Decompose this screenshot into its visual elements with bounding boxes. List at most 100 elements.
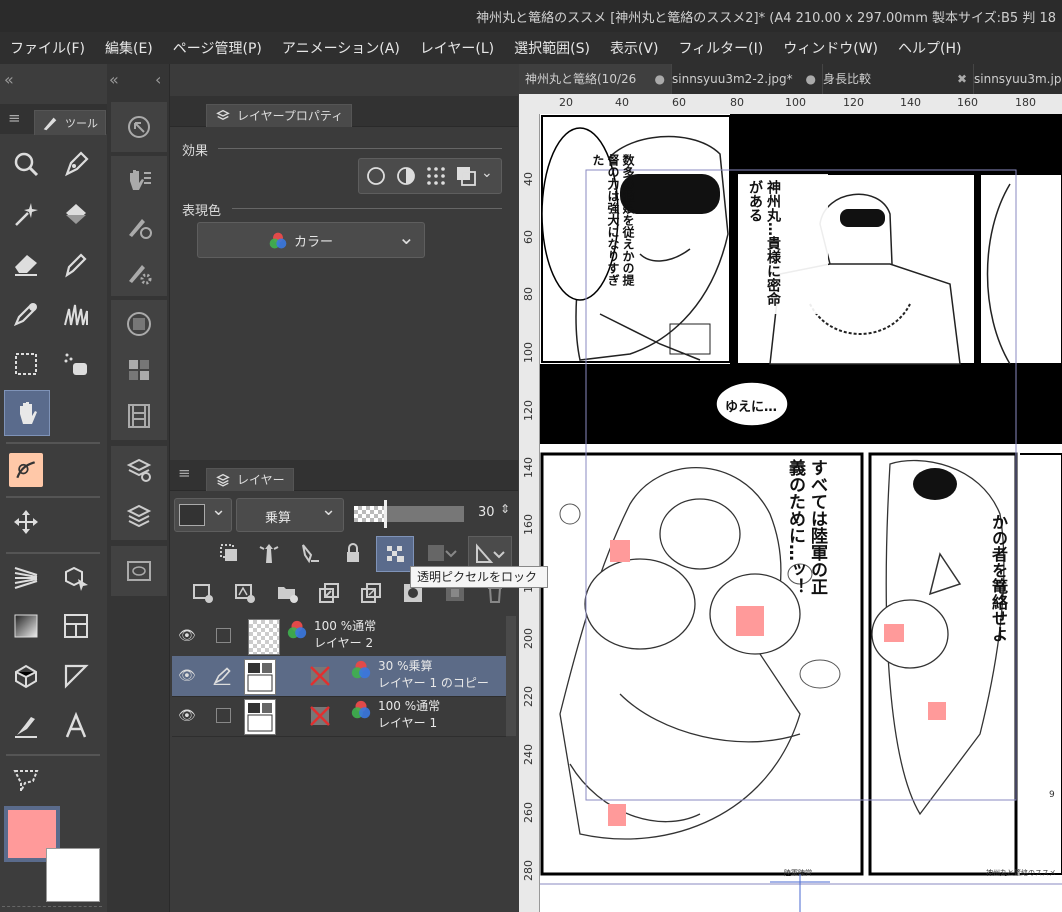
subtool-hand-button[interactable]: [117, 158, 161, 202]
balloon-tool-button[interactable]: [4, 758, 48, 802]
transfer-to-layer-below-button[interactable]: [314, 578, 344, 608]
close-icon[interactable]: ✖: [957, 64, 967, 94]
doc-tab[interactable]: 身長比較 ✖: [817, 64, 974, 94]
lock-layer-button[interactable]: [338, 538, 368, 568]
eraser-tool-button[interactable]: [4, 242, 48, 286]
opacity-spinner-icon[interactable]: ⇕: [500, 502, 510, 516]
decoration-tool-button[interactable]: [54, 292, 98, 336]
layer-scrollbar[interactable]: [506, 616, 516, 736]
mask-disabled-icon[interactable]: [308, 704, 332, 728]
layer-row-selected[interactable]: 👁 30 %乗算 レイヤー 1 のコピー: [172, 656, 506, 697]
opacity-slider[interactable]: [354, 500, 464, 528]
collapse-left-button[interactable]: «: [4, 70, 14, 89]
menu-selection[interactable]: 選択範囲(S): [504, 38, 600, 58]
menu-page[interactable]: ページ管理(P): [163, 38, 272, 58]
collapse-mid-button[interactable]: «: [109, 70, 119, 89]
reference-layer-button[interactable]: [254, 538, 284, 568]
color-set-button[interactable]: [117, 348, 161, 392]
figure-tool-button[interactable]: [4, 654, 48, 698]
gradient-lines-tool-button[interactable]: [4, 556, 48, 600]
lock-transparent-pixels-button[interactable]: [376, 536, 414, 572]
menu-edit[interactable]: 編集(E): [95, 38, 163, 58]
fill-tool-button[interactable]: [54, 192, 98, 236]
border-effect-button[interactable]: [361, 161, 391, 191]
mask-enable-button[interactable]: [422, 538, 462, 568]
panel-menu-icon[interactable]: ≡: [8, 109, 21, 127]
layer-tab[interactable]: レイヤー: [206, 468, 294, 491]
expression-color-select[interactable]: カラー ⌄: [197, 222, 425, 258]
title-bar: 神州丸と篭絡のススメ [神州丸と篭絡のススメ2]* (A4 210.00 x 2…: [0, 0, 1062, 32]
menu-animation[interactable]: アニメーション(A): [272, 38, 410, 58]
effect-more-chevron-icon[interactable]: ⌄: [481, 165, 493, 181]
doc-tab-active[interactable]: 神州丸と篭絡(10/26 ●: [519, 64, 672, 94]
new-folder-button[interactable]: [272, 578, 302, 608]
layer-row[interactable]: 👁 100 %通常 レイヤー 1: [172, 696, 506, 737]
clip-to-layer-button[interactable]: [214, 538, 244, 568]
layer-property-shortcut-button[interactable]: [117, 448, 161, 492]
frame-tool-button[interactable]: [54, 604, 98, 648]
zoom-tool-button[interactable]: [4, 142, 48, 186]
menu-filter[interactable]: フィルター(I): [668, 38, 773, 58]
correct-line-tool-button[interactable]: [4, 448, 48, 492]
doc-tab[interactable]: sinnsyuu3m2-2.jpg* ●: [666, 64, 823, 94]
layer-search-button[interactable]: [117, 549, 161, 593]
doc-tab[interactable]: sinnsyuu3m.jpg: [968, 64, 1062, 94]
pen-tool-button[interactable]: [54, 142, 98, 186]
mask-disabled-icon[interactable]: [308, 664, 332, 688]
combine-layer-button[interactable]: [356, 578, 386, 608]
doc-tab-label: sinnsyuu3m2-2.jpg*: [672, 72, 793, 86]
layer-select-checkbox[interactable]: [216, 628, 231, 643]
modified-dot-icon[interactable]: ●: [655, 64, 665, 94]
tool-property-button[interactable]: [117, 250, 161, 294]
draft-layer-button[interactable]: [294, 538, 324, 568]
new-raster-layer-button[interactable]: [188, 578, 218, 608]
visibility-eye-icon[interactable]: 👁: [178, 628, 196, 644]
layer-color-button[interactable]: [451, 161, 481, 191]
auto-select-tool-button[interactable]: [4, 192, 48, 236]
text-tool-button[interactable]: [54, 704, 98, 748]
eyedropper-tool-button[interactable]: [4, 292, 48, 336]
operation-tool-button[interactable]: [4, 704, 48, 748]
pencil-tool-button[interactable]: [54, 242, 98, 286]
modified-dot-icon[interactable]: ●: [806, 64, 816, 94]
layer-color-picker[interactable]: ⌄: [174, 498, 232, 532]
layer-row[interactable]: 👁 100 %通常 レイヤー 2: [172, 616, 506, 657]
layer-property-tab[interactable]: レイヤープロパティ: [206, 104, 353, 127]
pen-tab-icon: [43, 117, 57, 131]
transparent-color-swatch[interactable]: [2, 906, 102, 911]
color-wheel-button[interactable]: [117, 302, 161, 346]
ruler-tool-button[interactable]: [54, 654, 98, 698]
menu-help[interactable]: ヘルプ(H): [888, 38, 971, 58]
menu-file[interactable]: ファイル(F): [0, 38, 95, 58]
sub-color-swatch[interactable]: [46, 848, 100, 902]
layer-blend: 100 %通常: [314, 619, 377, 633]
subtool-detail-button[interactable]: [117, 204, 161, 248]
layer-shortcut-button[interactable]: [117, 494, 161, 538]
layer-select-checkbox[interactable]: [216, 708, 231, 723]
visibility-eye-icon[interactable]: 👁: [178, 668, 196, 684]
menu-view[interactable]: 表示(V): [600, 38, 669, 58]
move-tool-button[interactable]: [4, 500, 48, 544]
selection-tool-button[interactable]: [4, 342, 48, 386]
canvas[interactable]: 数多の艦娘を従えかの提督の力は強大になりすぎた 神州丸…貴様に密命がある ゆえに…: [540, 114, 1062, 912]
opacity-slider-fill: [354, 506, 386, 522]
menu-window[interactable]: ウィンドウ(W): [773, 38, 888, 58]
3d-tool-button[interactable]: [54, 556, 98, 600]
navigator-button[interactable]: [117, 105, 161, 149]
new-vector-layer-button[interactable]: [230, 578, 260, 608]
gradient-tool-button[interactable]: [4, 604, 48, 648]
visibility-eye-icon[interactable]: 👁: [178, 708, 196, 724]
timeline-button[interactable]: [117, 394, 161, 438]
airbrush-tool-button[interactable]: [54, 342, 98, 386]
tool-tab[interactable]: ツール: [34, 110, 106, 135]
collapse-right-button[interactable]: ‹: [155, 70, 161, 89]
halftone-effect-button[interactable]: [421, 161, 451, 191]
menu-layer[interactable]: レイヤー(L): [410, 38, 504, 58]
tone-effect-button[interactable]: [391, 161, 421, 191]
hand-tool-button[interactable]: [4, 390, 50, 436]
opacity-slider-handle[interactable]: [384, 500, 387, 528]
opacity-value[interactable]: 30: [478, 505, 495, 520]
layer-panel-menu-icon[interactable]: ≡: [178, 464, 191, 482]
blend-mode-select[interactable]: 乗算 ⌄: [236, 498, 344, 532]
layer-name: レイヤー 2: [314, 636, 374, 650]
